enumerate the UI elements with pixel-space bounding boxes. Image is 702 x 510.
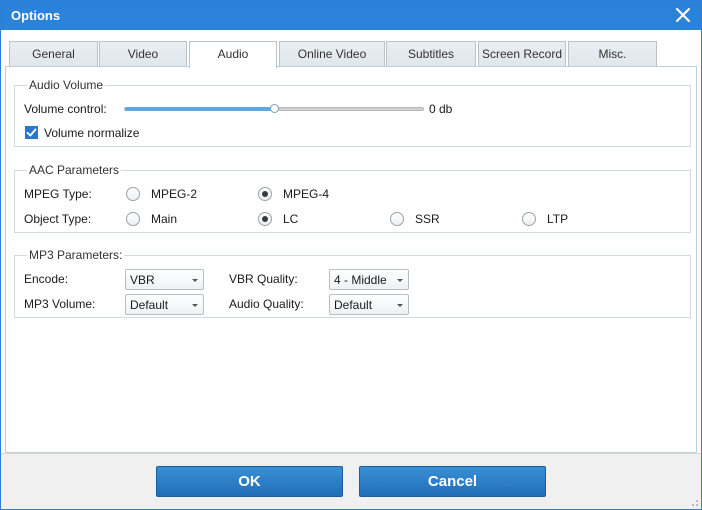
radio-mpeg-4[interactable]: [258, 187, 272, 201]
mp3-volume-select[interactable]: Default: [125, 294, 204, 315]
ssr-label: SSR: [415, 212, 440, 226]
resize-grip-icon[interactable]: [689, 497, 699, 507]
options-dialog: Options General Video Audio Online Video…: [0, 0, 702, 510]
volume-normalize-checkbox[interactable]: [25, 126, 38, 139]
tab-screen-record[interactable]: Screen Record: [478, 41, 566, 67]
ok-button[interactable]: OK: [156, 466, 343, 497]
volume-slider-fill: [125, 107, 275, 111]
cancel-button[interactable]: Cancel: [359, 466, 546, 497]
radio-ltp[interactable]: [522, 212, 536, 226]
volume-slider-thumb[interactable]: [270, 104, 279, 113]
encode-select[interactable]: VBR: [125, 269, 204, 290]
radio-selected-dot: [262, 191, 268, 197]
aac-parameters-legend: AAC Parameters: [27, 163, 122, 177]
window-title: Options: [11, 8, 61, 23]
mpeg-4-label: MPEG-4: [283, 187, 330, 201]
audio-quality-label: Audio Quality:: [229, 297, 304, 311]
title-bar: Options: [1, 1, 701, 30]
dialog-footer: OK Cancel: [1, 453, 701, 509]
radio-selected-dot: [262, 216, 268, 222]
lc-label: LC: [283, 212, 299, 226]
tab-audio[interactable]: Audio: [189, 41, 277, 68]
vbr-quality-value: 4 - Middle: [334, 273, 387, 287]
audio-tab-panel: Audio Volume Volume control: 0 db Volume…: [5, 66, 697, 453]
radio-main[interactable]: [126, 212, 140, 226]
tab-online-video[interactable]: Online Video: [279, 41, 385, 67]
audio-volume-group: Audio Volume Volume control: 0 db Volume…: [14, 78, 691, 147]
close-button[interactable]: [673, 5, 693, 25]
mp3-parameters-legend: MP3 Parameters:: [27, 248, 125, 262]
audio-quality-value: Default: [334, 298, 373, 312]
tab-video[interactable]: Video: [99, 41, 187, 67]
mp3-parameters-group: MP3 Parameters: Encode: VBR VBR Quality:…: [14, 248, 691, 318]
radio-ssr[interactable]: [390, 212, 404, 226]
chevron-down-icon: [192, 279, 198, 282]
vbr-quality-select[interactable]: 4 - Middle: [329, 269, 409, 290]
radio-lc[interactable]: [258, 212, 272, 226]
volume-normalize-label: Volume normalize: [44, 126, 140, 140]
volume-value: 0 db: [429, 102, 453, 116]
main-label: Main: [151, 212, 178, 226]
chevron-down-icon: [397, 279, 403, 282]
audio-volume-legend: Audio Volume: [27, 78, 106, 92]
radio-mpeg-2[interactable]: [126, 187, 140, 201]
mp3-volume-value: Default: [130, 298, 169, 312]
encode-label: Encode:: [24, 272, 69, 286]
tab-general[interactable]: General: [9, 41, 98, 67]
mpeg-2-label: MPEG-2: [151, 187, 198, 201]
ltp-label: LTP: [547, 212, 569, 226]
chevron-down-icon: [192, 304, 198, 307]
vbr-quality-label: VBR Quality:: [229, 272, 298, 286]
encode-value: VBR: [130, 273, 155, 287]
audio-quality-select[interactable]: Default: [329, 294, 409, 315]
chevron-down-icon: [397, 304, 403, 307]
mp3-volume-label: MP3 Volume:: [24, 297, 96, 311]
checkmark-icon: [26, 128, 37, 137]
object-type-label: Object Type:: [24, 212, 92, 226]
volume-slider[interactable]: [124, 104, 424, 113]
mpeg-type-label: MPEG Type:: [24, 187, 92, 201]
aac-parameters-group: AAC Parameters MPEG Type: MPEG-2 MPEG-4 …: [14, 163, 691, 233]
close-icon: [675, 7, 691, 23]
tab-subtitles[interactable]: Subtitles: [386, 41, 476, 67]
tab-misc[interactable]: Misc.: [568, 41, 657, 67]
volume-control-label: Volume control:: [24, 102, 107, 116]
tab-bar: General Video Audio Online Video Subtitl…: [9, 41, 693, 68]
